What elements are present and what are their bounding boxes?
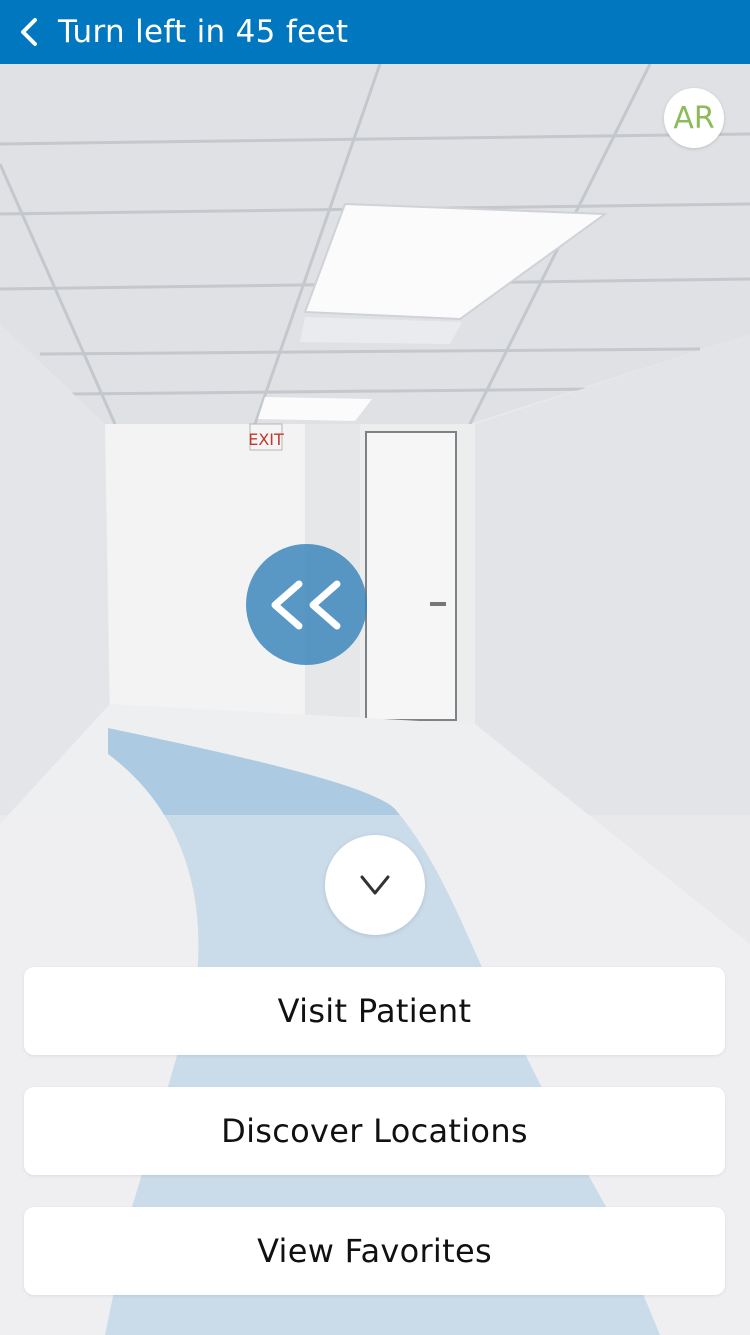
chevron-left-icon <box>21 18 37 46</box>
discover-locations-button[interactable]: Discover Locations <box>24 1087 725 1175</box>
ar-toggle-label: AR <box>673 100 715 136</box>
double-chevron-left-icon <box>271 580 340 629</box>
chevron-down-icon <box>360 875 390 895</box>
ar-toggle-button[interactable]: AR <box>664 88 724 148</box>
nav-header: Turn left in 45 feet <box>0 0 750 64</box>
exit-sign-text: EXIT <box>248 430 284 449</box>
visit-patient-button[interactable]: Visit Patient <box>24 967 725 1055</box>
view-favorites-button[interactable]: View Favorites <box>24 1207 725 1295</box>
collapse-panel-button[interactable] <box>325 835 425 935</box>
turn-direction-indicator <box>246 544 367 665</box>
back-button[interactable] <box>0 0 58 64</box>
page-title: Turn left in 45 feet <box>58 14 349 50</box>
